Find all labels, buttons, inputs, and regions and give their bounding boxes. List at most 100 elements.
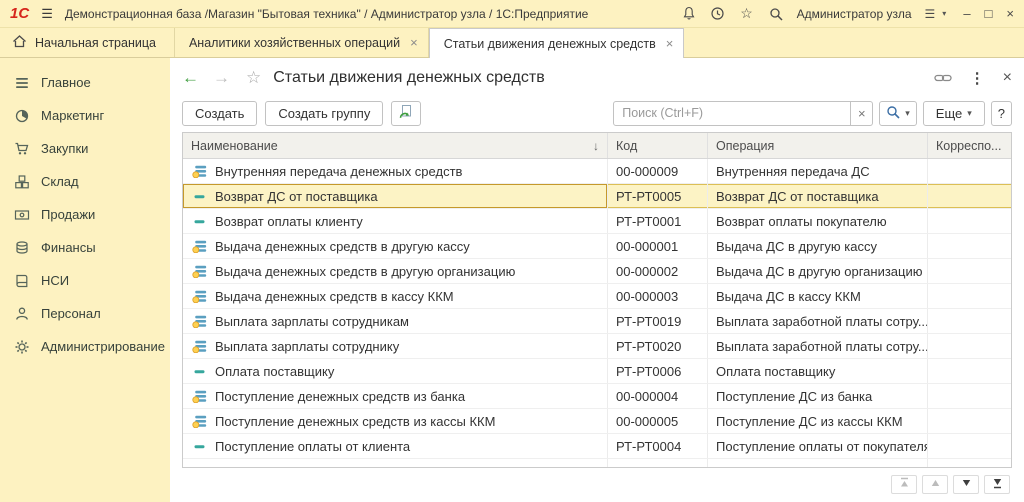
table-body: Внутренняя передача денежных средств 00-0… <box>183 159 1011 467</box>
table-row[interactable]: Оплата поставщику РТ-РТ0006 Оплата поставщ… <box>183 359 1011 384</box>
search-input[interactable] <box>613 100 852 126</box>
home-tab[interactable]: Начальная страница <box>0 28 175 57</box>
predefined-item-icon <box>191 240 207 253</box>
marketing-icon <box>13 108 30 124</box>
current-user[interactable]: Администратор узла <box>797 7 912 21</box>
sidebar-item-admin[interactable]: Администрирование <box>0 330 170 363</box>
row-name: Выдача денежных средств в другую кассу <box>215 238 470 254</box>
purchases-icon <box>13 141 30 157</box>
row-correspondence <box>928 384 1011 408</box>
row-name: Оплата поставщику <box>215 363 335 379</box>
table-row[interactable]: Возврат оплаты клиенту РТ-РТ0001 Возврат о… <box>183 209 1011 234</box>
sidebar-item-label: Администрирование <box>41 339 165 354</box>
row-operation: Возврат оплаты покупателю <box>708 209 928 233</box>
row-name: Поступление денежных средств из кассы КК… <box>215 413 496 429</box>
table-row[interactable] <box>183 459 1011 467</box>
table-row[interactable]: Поступление денежных средств из кассы КК… <box>183 409 1011 434</box>
create-button[interactable]: Создать <box>182 100 258 126</box>
add-favorite-star-icon[interactable]: ☆ <box>246 68 261 88</box>
finance-icon <box>13 240 30 256</box>
sidebar-item-sales[interactable]: Продажи <box>0 198 170 231</box>
table-row[interactable]: Выплата зарплаты сотруднику РТ-РТ0020 Выпл… <box>183 334 1011 359</box>
sort-descending-icon: ↓ <box>593 138 599 153</box>
row-code: РТ-РТ0020 <box>608 334 708 358</box>
predefined-item-icon <box>191 290 207 303</box>
item-dash-icon <box>191 190 207 203</box>
table-row[interactable]: Внутренняя передача денежных средств 00-0… <box>183 159 1011 184</box>
sidebar-item-nsi[interactable]: НСИ <box>0 264 170 297</box>
minimize-button[interactable]: – <box>963 6 970 21</box>
search-clear-icon[interactable]: × <box>851 100 874 126</box>
row-correspondence <box>928 359 1011 383</box>
table-row[interactable]: Выдача денежных средств в кассу ККМ 00-00… <box>183 284 1011 309</box>
more-menu-icon[interactable]: ⋮ <box>970 69 985 87</box>
home-tab-label: Начальная страница <box>35 35 156 50</box>
create-group-button[interactable]: Создать группу <box>265 100 384 126</box>
sidebar-item-label: Закупки <box>41 141 89 156</box>
forward-arrow-button[interactable]: → <box>213 68 230 88</box>
row-correspondence <box>928 284 1011 308</box>
app-window: 1С ☰ Демонстрационная база /Магазин "Быт… <box>0 0 1024 502</box>
predefined-item-icon <box>191 390 207 403</box>
more-actions-button[interactable]: Еще ▾ <box>922 100 985 126</box>
row-code: 00-000004 <box>608 384 708 408</box>
sidebar-item-marketing[interactable]: Маркетинг <box>0 99 170 132</box>
sidebar-item-main[interactable]: Главное <box>0 66 170 99</box>
table-row[interactable]: Выдача денежных средств в другую организ… <box>183 259 1011 284</box>
row-operation: Выплата заработной платы сотру... <box>708 334 928 358</box>
get-link-icon[interactable] <box>934 72 952 84</box>
page-down-button[interactable] <box>953 475 979 494</box>
help-button[interactable]: ? <box>990 100 1012 126</box>
notifications-bell-icon[interactable] <box>681 6 697 22</box>
history-icon[interactable] <box>710 6 726 22</box>
table-row[interactable]: Выдача денежных средств в другую кассу 00… <box>183 234 1011 259</box>
sidebar-item-label: Продажи <box>41 207 96 222</box>
close-form-icon[interactable]: × <box>1003 69 1012 87</box>
create-by-copy-button[interactable] <box>391 100 422 126</box>
sidebar-item-label: Финансы <box>41 240 96 255</box>
column-header-name[interactable]: Наименование ↓ <box>183 133 608 158</box>
go-last-button[interactable] <box>984 475 1010 494</box>
item-dash-icon <box>191 365 207 378</box>
row-correspondence <box>928 459 1011 467</box>
search-group: × ▾ Еще ▾ ? <box>613 100 1012 126</box>
tab-close-icon[interactable]: × <box>666 36 674 51</box>
table-row[interactable]: Поступление денежных средств из банка 00-… <box>183 384 1011 409</box>
tab-1[interactable]: Аналитики хозяйственных операций × <box>175 28 429 57</box>
go-first-button[interactable] <box>891 475 917 494</box>
table-row[interactable]: Выплата зарплаты сотрудникам РТ-РТ0019 Вып… <box>183 309 1011 334</box>
column-header-correspondence[interactable]: Корреспо... <box>928 133 1011 158</box>
nsi-icon <box>13 273 30 289</box>
column-header-code[interactable]: Код <box>608 133 708 158</box>
column-header-operation[interactable]: Операция <box>708 133 928 158</box>
predefined-item-icon <box>191 315 207 328</box>
row-operation: Выплата заработной платы сотру... <box>708 309 928 333</box>
row-operation: Возврат ДС от поставщика <box>708 184 928 208</box>
table-row[interactable]: Возврат ДС от поставщика РТ-РТ0005 Возврат… <box>183 184 1011 209</box>
row-operation: Поступление оплаты от покупателя <box>708 434 928 458</box>
sidebar-item-finance[interactable]: Финансы <box>0 231 170 264</box>
tab-close-icon[interactable]: × <box>410 35 418 50</box>
sidebar-item-warehouse[interactable]: Склад <box>0 165 170 198</box>
tab-2[interactable]: Статьи движения денежных средств × <box>428 28 685 58</box>
back-arrow-button[interactable]: ← <box>182 68 199 88</box>
sidebar-item-personnel[interactable]: Персонал <box>0 297 170 330</box>
sidebar-item-label: Маркетинг <box>41 108 105 123</box>
sidebar-item-purchases[interactable]: Закупки <box>0 132 170 165</box>
maximize-button[interactable]: □ <box>985 6 993 21</box>
global-search-icon[interactable] <box>768 6 784 22</box>
row-code: РТ-РТ0004 <box>608 434 708 458</box>
main-area: Главное Маркетинг Закупки Склад Продажи Финан… <box>0 58 1024 502</box>
close-window-button[interactable]: × <box>1006 6 1014 21</box>
main-menu-icon[interactable]: ☰ <box>41 6 53 22</box>
predefined-item-icon <box>191 165 207 178</box>
page-up-button[interactable] <box>922 475 948 494</box>
service-menu-icon[interactable]: ☰ ▾ <box>925 7 947 21</box>
go-last-icon <box>991 476 1004 494</box>
row-operation: Поступление ДС из банка <box>708 384 928 408</box>
favorites-star-icon[interactable]: ☆ <box>739 5 755 22</box>
sidebar-item-label: Склад <box>41 174 79 189</box>
caret-down-icon: ▾ <box>967 107 972 118</box>
table-row[interactable]: Поступление оплаты от клиента РТ-РТ0004 По… <box>183 434 1011 459</box>
search-button[interactable]: ▾ <box>879 100 917 126</box>
